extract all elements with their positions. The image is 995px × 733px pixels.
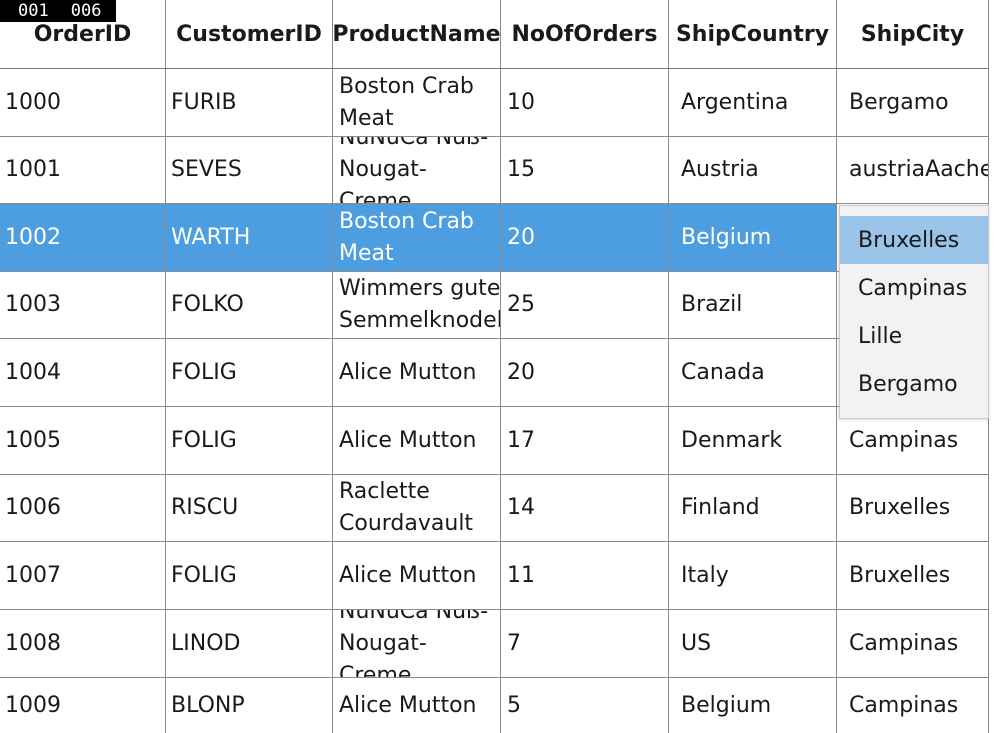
cell-noofOrders[interactable]: 7 [501,610,669,677]
cell-customerid[interactable]: LINOD [166,610,333,677]
product-text: Alice Mutton [339,427,477,453]
shipcity-dropdown-list[interactable]: Bruxelles Campinas Lille Bergamo [839,205,989,419]
cell-noofOrders[interactable]: 14 [501,475,669,541]
cell-shipcountry[interactable]: Italy [669,542,837,609]
column-header-shipcountry[interactable]: ShipCountry [669,0,837,68]
product-text: Wimmers gute Semmelknodel [339,276,501,333]
cell-noofOrders[interactable]: 11 [501,542,669,609]
cell-shipcity[interactable]: austriaAachen [837,137,989,203]
cell-productname[interactable]: Boston Crab Meat [333,69,501,136]
cell-productname[interactable]: Alice Mutton [333,407,501,474]
cell-shipcountry[interactable]: Canada [669,339,837,406]
cell-noofOrders[interactable]: 20 [501,204,669,271]
badge-left-number: 001 [18,1,49,21]
cell-noofOrders[interactable]: 10 [501,69,669,136]
cell-shipcountry[interactable]: Belgium [669,204,837,271]
cell-shipcountry[interactable]: Belgium [669,678,837,733]
cell-orderid[interactable]: 1007 [0,542,166,609]
cell-shipcountry[interactable]: Finland [669,475,837,541]
cell-orderid[interactable]: 1008 [0,610,166,677]
cell-noofOrders[interactable]: 17 [501,407,669,474]
cell-orderid[interactable]: 1003 [0,272,166,338]
cell-customerid[interactable]: FOLIG [166,407,333,474]
cell-customerid[interactable]: RISCU [166,475,333,541]
cell-orderid[interactable]: 1000 [0,69,166,136]
cell-productname[interactable]: Alice Mutton [333,339,501,406]
cell-customerid[interactable]: BLONP [166,678,333,733]
cell-orderid[interactable]: 1009 [0,678,166,733]
cell-shipcity[interactable]: Bruxelles [837,542,989,609]
cell-productname[interactable]: Raclette Courdavault [333,475,501,541]
cell-shipcountry[interactable]: US [669,610,837,677]
product-text: Alice Mutton [339,359,477,385]
dropdown-option-selected[interactable]: Bruxelles [840,216,988,264]
cell-shipcountry[interactable]: Argentina [669,69,837,136]
cell-orderid[interactable]: 1001 [0,137,166,203]
cell-orderid[interactable]: 1005 [0,407,166,474]
cell-shipcity[interactable]: Campinas [837,610,989,677]
cell-shipcountry[interactable]: Denmark [669,407,837,474]
cell-orderid[interactable]: 1006 [0,475,166,541]
cell-noofOrders[interactable]: 25 [501,272,669,338]
table-row[interactable]: 1000 FURIB Boston Crab Meat 10 Argentina… [0,69,989,137]
column-header-noofOrders[interactable]: NoOfOrders [501,0,669,68]
debug-badge: 001 006 [0,0,116,22]
cell-productname[interactable]: NuNuCa Nuß-Nougat-Creme [333,137,501,203]
cell-productname[interactable]: Boston Crab Meat [333,204,501,271]
dropdown-option[interactable]: Bergamo [840,360,988,408]
badge-right-number: 006 [70,1,102,21]
cell-shipcity[interactable]: Campinas [837,678,989,733]
product-text: Alice Mutton [339,562,477,588]
cell-productname[interactable]: Alice Mutton [333,678,501,733]
table-row[interactable]: 1006 RISCU Raclette Courdavault 14 Finla… [0,475,989,542]
table-row[interactable]: 1001 SEVES NuNuCa Nuß-Nougat-Creme 15 Au… [0,137,989,204]
column-header-productname[interactable]: ProductName [332,0,501,68]
cell-noofOrders[interactable]: 5 [501,678,669,733]
cell-orderid[interactable]: 1004 [0,339,166,406]
product-text: NuNuCa Nuß-Nougat-Creme [339,137,489,203]
cell-customerid[interactable]: WARTH [166,204,333,271]
cell-productname[interactable]: Alice Mutton [333,542,501,609]
cell-customerid[interactable]: FOLIG [166,339,333,406]
cell-customerid[interactable]: FOLKO [166,272,333,338]
cell-shipcountry[interactable]: Brazil [669,272,837,338]
cell-productname[interactable]: Wimmers gute Semmelknodel [333,272,501,338]
dropdown-option[interactable]: Lille [840,312,988,360]
grid-header: OrderID CustomerID ProductName NoOfOrder… [0,0,989,69]
cell-shipcity[interactable]: Bruxelles [837,475,989,541]
cell-customerid[interactable]: SEVES [166,137,333,203]
cell-customerid[interactable]: FURIB [166,69,333,136]
cell-noofOrders[interactable]: 15 [501,137,669,203]
cell-shipcountry[interactable]: Austria [669,137,837,203]
cell-customerid[interactable]: FOLIG [166,542,333,609]
table-row[interactable]: 1009 BLONP Alice Mutton 5 Belgium Campin… [0,678,989,733]
product-text: Raclette Courdavault [339,479,474,536]
cell-shipcity[interactable]: Bergamo [837,69,989,136]
cell-orderid[interactable]: 1002 [0,204,166,271]
product-text: Boston Crab Meat [339,208,474,266]
cell-productname[interactable]: NuNuCa Nuß-Nougat-Creme [333,610,501,677]
product-text: Alice Mutton [339,692,477,718]
product-text: NuNuCa Nuß-Nougat-Creme [339,610,489,677]
product-text: Boston Crab Meat [339,73,474,131]
table-row[interactable]: 1008 LINOD NuNuCa Nuß-Nougat-Creme 7 US … [0,610,989,678]
column-header-customerid[interactable]: CustomerID [166,0,333,68]
dropdown-option[interactable]: Campinas [840,264,988,312]
table-row[interactable]: 1007 FOLIG Alice Mutton 11 Italy Bruxell… [0,542,989,610]
column-header-shipcity[interactable]: ShipCity [837,0,989,68]
cell-noofOrders[interactable]: 20 [501,339,669,406]
